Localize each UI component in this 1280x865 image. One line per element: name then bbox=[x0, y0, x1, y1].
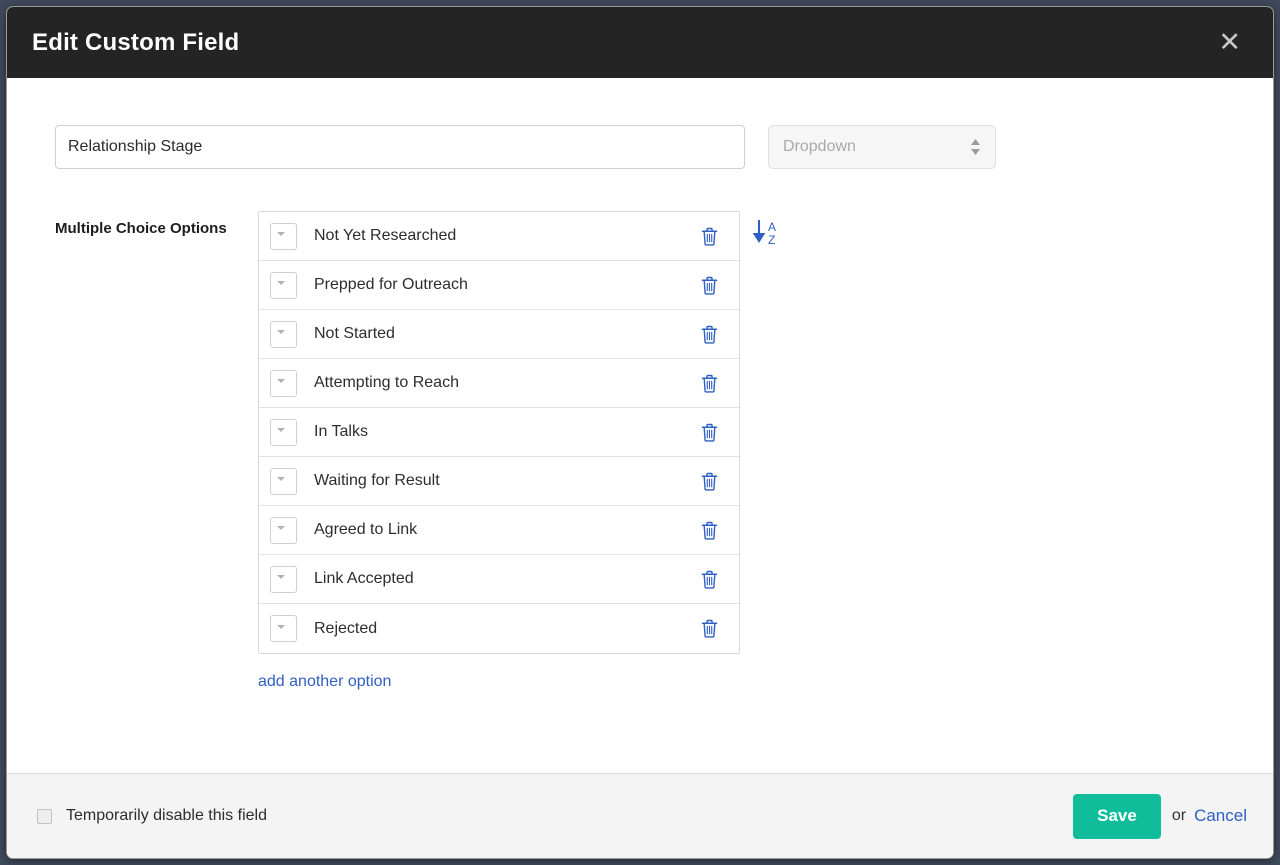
svg-text:Z: Z bbox=[768, 233, 775, 247]
multiple-choice-options-section: Multiple Choice Options Not Yet Research… bbox=[7, 169, 1273, 691]
chevron-down-icon bbox=[277, 281, 285, 285]
option-row: Rejected bbox=[259, 604, 739, 653]
trash-icon[interactable] bbox=[701, 423, 718, 442]
field-name-input[interactable] bbox=[55, 125, 745, 169]
trash-icon[interactable] bbox=[701, 619, 718, 638]
trash-icon[interactable] bbox=[701, 227, 718, 246]
or-label: or bbox=[1172, 807, 1186, 825]
add-another-option-link[interactable]: add another option bbox=[258, 673, 391, 691]
options-column: Not Yet Researched Prepped for Outreach No… bbox=[258, 211, 740, 691]
sort-alpha-asc-icon[interactable]: A Z bbox=[752, 219, 786, 252]
close-icon[interactable]: ✕ bbox=[1212, 27, 1247, 58]
color-swatch-button[interactable] bbox=[270, 517, 297, 544]
save-button[interactable]: Save bbox=[1073, 794, 1161, 839]
chevron-down-icon bbox=[277, 232, 285, 236]
option-label: Not Yet Researched bbox=[314, 227, 701, 245]
field-type-select[interactable]: Dropdown bbox=[768, 125, 996, 169]
sort-alpha-asc-glyph: A Z bbox=[752, 219, 782, 247]
chevron-down-icon bbox=[277, 575, 285, 579]
chevron-down-icon bbox=[277, 428, 285, 432]
color-swatch-button[interactable] bbox=[270, 468, 297, 495]
option-row: Not Yet Researched bbox=[259, 212, 739, 261]
color-swatch-button[interactable] bbox=[270, 419, 297, 446]
option-row: Attempting to Reach bbox=[259, 359, 739, 408]
option-label: Not Started bbox=[314, 325, 701, 343]
modal-body: Dropdown Multiple Choice Options Not Yet… bbox=[7, 78, 1273, 773]
option-label: Attempting to Reach bbox=[314, 374, 701, 392]
stepper-arrows-icon bbox=[970, 139, 981, 155]
option-row: In Talks bbox=[259, 408, 739, 457]
option-label: Link Accepted bbox=[314, 570, 701, 588]
trash-icon[interactable] bbox=[701, 374, 718, 393]
color-swatch-button[interactable] bbox=[270, 615, 297, 642]
trash-icon[interactable] bbox=[701, 472, 718, 491]
footer-actions: Save or Cancel bbox=[1073, 794, 1247, 839]
color-swatch-button[interactable] bbox=[270, 566, 297, 593]
field-type-value: Dropdown bbox=[783, 138, 856, 156]
edit-custom-field-modal: Edit Custom Field ✕ Dropdown Multiple Ch… bbox=[6, 6, 1274, 859]
color-swatch-button[interactable] bbox=[270, 272, 297, 299]
color-swatch-button[interactable] bbox=[270, 321, 297, 348]
temporarily-disable-label[interactable]: Temporarily disable this field bbox=[66, 807, 267, 825]
chevron-down-icon bbox=[277, 477, 285, 481]
option-row: Prepped for Outreach bbox=[259, 261, 739, 310]
svg-text:A: A bbox=[768, 220, 776, 234]
option-label: Waiting for Result bbox=[314, 472, 701, 490]
page-title: Edit Custom Field bbox=[32, 31, 239, 55]
option-label: Rejected bbox=[314, 620, 701, 638]
trash-icon[interactable] bbox=[701, 570, 718, 589]
option-row: Link Accepted bbox=[259, 555, 739, 604]
trash-icon[interactable] bbox=[701, 276, 718, 295]
option-label: Agreed to Link bbox=[314, 521, 701, 539]
option-row: Agreed to Link bbox=[259, 506, 739, 555]
option-label: Prepped for Outreach bbox=[314, 276, 701, 294]
option-row: Waiting for Result bbox=[259, 457, 739, 506]
temporarily-disable-checkbox[interactable] bbox=[37, 809, 52, 824]
chevron-down-icon bbox=[277, 526, 285, 530]
chevron-down-icon bbox=[277, 330, 285, 334]
chevron-down-icon bbox=[277, 625, 285, 629]
option-label: In Talks bbox=[314, 423, 701, 441]
color-swatch-button[interactable] bbox=[270, 370, 297, 397]
options-section-label: Multiple Choice Options bbox=[55, 211, 258, 691]
modal-footer: Temporarily disable this field Save or C… bbox=[7, 773, 1273, 858]
options-list: Not Yet Researched Prepped for Outreach No… bbox=[258, 211, 740, 654]
color-swatch-button[interactable] bbox=[270, 223, 297, 250]
modal-header: Edit Custom Field ✕ bbox=[7, 7, 1273, 78]
trash-icon[interactable] bbox=[701, 521, 718, 540]
field-settings-row: Dropdown bbox=[7, 78, 1273, 169]
trash-icon[interactable] bbox=[701, 325, 718, 344]
option-row: Not Started bbox=[259, 310, 739, 359]
chevron-down-icon bbox=[277, 379, 285, 383]
cancel-link[interactable]: Cancel bbox=[1194, 806, 1247, 826]
